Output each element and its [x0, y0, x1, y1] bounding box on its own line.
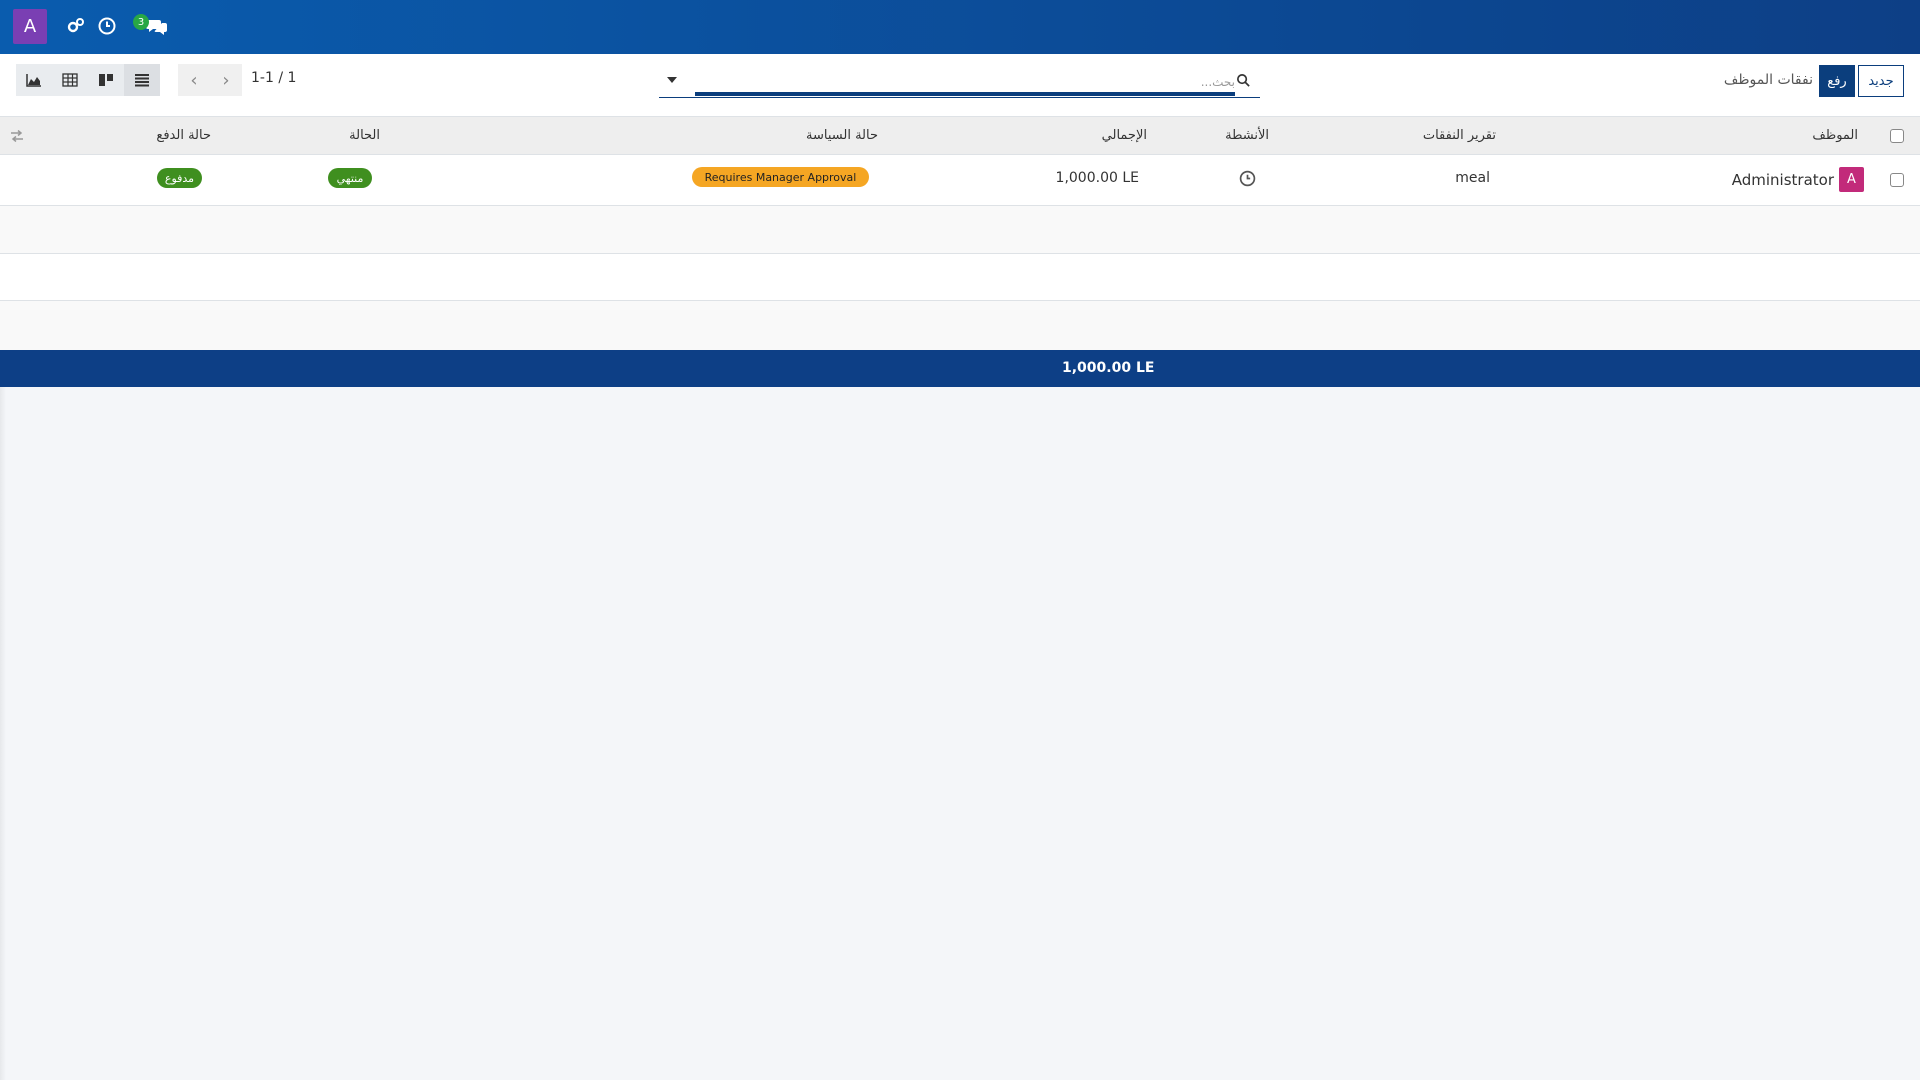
search-bar: [659, 64, 1260, 98]
column-employee[interactable]: الموظف: [1812, 128, 1858, 143]
graph-view-button[interactable]: [16, 64, 52, 96]
activity-clock-icon[interactable]: [1239, 170, 1256, 187]
control-panel: جديد رفع نفقات الموظف 1-1 / 1 ‹ ›: [0, 54, 1920, 117]
select-all-checkbox[interactable]: [1890, 129, 1904, 143]
chat-icon[interactable]: [146, 16, 168, 36]
list-footer-total: 1,000.00 LE: [0, 350, 1920, 387]
optional-columns-toggle-icon[interactable]: [10, 130, 24, 142]
page-title: نفقات الموظف: [1723, 72, 1813, 88]
empty-row: [0, 206, 1920, 254]
list-header: الموظف تقرير النفقات الأنشطة الإجمالي حا…: [0, 117, 1920, 155]
activity-clock-icon[interactable]: [97, 16, 117, 36]
search-icon: [1237, 74, 1250, 87]
column-activities[interactable]: الأنشطة: [1225, 128, 1269, 143]
table-grid-icon: [62, 73, 78, 87]
employee-name: Administrator: [1731, 171, 1834, 189]
column-status[interactable]: الحالة: [349, 128, 380, 143]
footer-total-amount: 1,000.00 LE: [1062, 360, 1155, 376]
table-row[interactable]: A Administrator meal 1,000.00 LE Require…: [0, 155, 1920, 206]
column-expense-report[interactable]: تقرير النفقات: [1423, 128, 1496, 143]
chevron-left-icon: ‹: [190, 69, 198, 91]
messages-count-badge: 3: [133, 14, 149, 30]
list-view-button[interactable]: [124, 64, 160, 96]
debug-settings-icon[interactable]: [66, 16, 86, 36]
upload-button[interactable]: رفع: [1819, 65, 1855, 97]
left-shadow: [0, 387, 6, 1080]
kanban-icon: [99, 74, 113, 86]
status-badge: منتهي: [328, 168, 372, 188]
row-checkbox[interactable]: [1890, 173, 1904, 187]
column-total[interactable]: الإجمالي: [1102, 128, 1147, 143]
area-chart-icon: [26, 74, 41, 87]
top-navbar: A 3: [0, 0, 1920, 54]
total-amount: 1,000.00 LE: [1055, 170, 1139, 186]
pager-value[interactable]: 1-1 / 1: [251, 70, 296, 86]
employee-avatar: A: [1839, 167, 1864, 192]
expense-report-name: meal: [1455, 170, 1490, 186]
new-button[interactable]: جديد: [1858, 65, 1904, 97]
chevron-right-icon: ›: [222, 69, 230, 91]
policy-status-badge: Requires Manager Approval: [692, 167, 869, 187]
empty-row: [0, 301, 1920, 350]
pager-next-button[interactable]: ›: [210, 64, 242, 96]
payment-status-badge: مدفوع: [157, 168, 202, 188]
user-avatar[interactable]: A: [13, 9, 47, 44]
column-policy-status[interactable]: حالة السياسة: [806, 128, 878, 143]
search-options-caret-icon[interactable]: [667, 77, 677, 83]
column-payment-status[interactable]: حالة الدفع: [156, 128, 211, 143]
search-input[interactable]: [695, 72, 1235, 96]
kanban-view-button[interactable]: [88, 64, 124, 96]
pivot-view-button[interactable]: [52, 64, 88, 96]
list-icon: [135, 74, 149, 87]
pager-previous-button[interactable]: ‹: [178, 64, 210, 96]
empty-row: [0, 254, 1920, 301]
